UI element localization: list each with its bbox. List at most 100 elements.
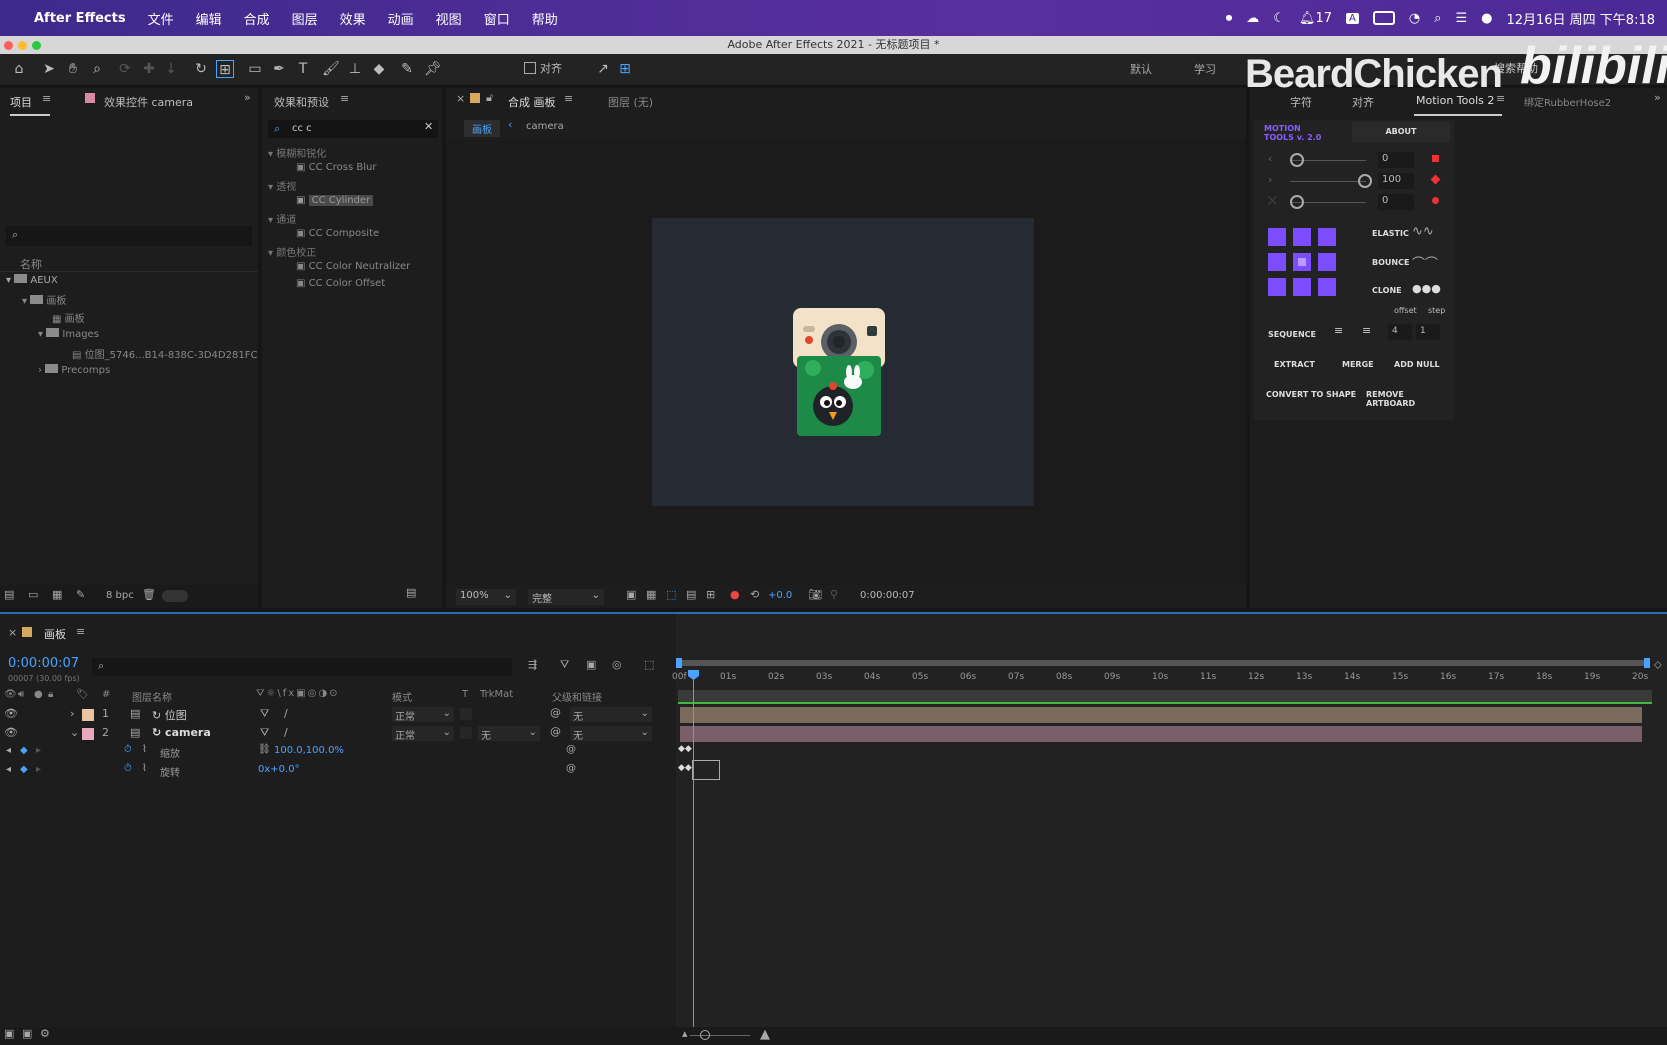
keyframe-icon[interactable]: ◆	[20, 764, 28, 775]
trash-icon[interactable]: 🗑︎	[142, 588, 156, 601]
layer-name-header[interactable]: 图层名称	[132, 689, 172, 704]
brush-tool-icon[interactable]: 🖌︎	[322, 60, 340, 78]
menu-help[interactable]: 帮助	[532, 9, 558, 28]
effect-item[interactable]: ▣ CC Color Offset	[296, 278, 385, 289]
menu-window[interactable]: 窗口	[484, 9, 510, 28]
effect-category[interactable]: ▾ 通道	[268, 211, 296, 226]
zoom-select[interactable]: 100% ⌄	[456, 589, 516, 605]
work-area-start-handle[interactable]	[676, 658, 682, 668]
search-icon[interactable]: ⌕	[1434, 11, 1441, 26]
ease-in-input[interactable]: 0	[1378, 152, 1414, 168]
home-icon[interactable]: ⌂	[10, 60, 28, 78]
effect-item[interactable]: ▣ CC Composite	[296, 228, 379, 239]
minimize-window-icon[interactable]	[18, 41, 27, 50]
comp-button-icon[interactable]: ⬦	[1654, 658, 1662, 672]
menu-clock[interactable]: 12月16日 周四 下午8:18	[1506, 9, 1655, 28]
show-snapshot-icon[interactable]: ⚲	[830, 588, 838, 601]
tab-effects-presets[interactable]: 效果和预设	[274, 94, 329, 110]
ease-both-slider[interactable]	[1290, 195, 1304, 209]
anchor-left-button[interactable]	[1268, 253, 1286, 271]
battery-icon[interactable]	[1372, 11, 1395, 25]
sequence-backward-icon[interactable]: ≡	[1362, 324, 1371, 337]
3d-view-icon[interactable]: ⊞	[706, 588, 715, 601]
text-tool-icon[interactable]: T	[294, 60, 312, 78]
layer-row[interactable]: 👁︎ ⌄ 2 ▤ ↻ camera ⛛ / 正常 ⌄ 无 ⌄ @ 无 ⌄	[0, 725, 676, 743]
menu-view[interactable]: 视图	[436, 9, 462, 28]
tree-item-images[interactable]: ▾ Images	[38, 328, 99, 340]
zoom-slider-handle[interactable]	[700, 1030, 710, 1040]
tree-item-precomps[interactable]: › Precomps	[38, 364, 110, 376]
tree-item-aeux[interactable]: ▾ AEUX	[6, 274, 58, 286]
motion-blur-icon[interactable]: ◎	[612, 658, 622, 671]
next-keyframe-icon[interactable]: ▸	[36, 745, 41, 756]
maximize-window-icon[interactable]	[32, 41, 41, 50]
close-tab-icon[interactable]: ×	[8, 626, 17, 639]
keyframe-selection-box[interactable]	[692, 760, 720, 780]
zoom-in-icon[interactable]: ▲	[760, 1027, 770, 1042]
selection-tool-icon[interactable]: ➤	[40, 60, 58, 78]
merge-button[interactable]: MERGE	[1342, 360, 1374, 369]
dolly-tool-icon[interactable]: ↓	[162, 60, 180, 78]
pickwhip-icon[interactable]: @	[566, 763, 576, 774]
stamp-tool-icon[interactable]: ⊥	[346, 60, 364, 78]
tree-item-artboard-folder[interactable]: ▾ 画板	[22, 292, 66, 307]
ease-in-keyframe-icon[interactable]	[1432, 155, 1439, 162]
ease-both-keyframe-icon[interactable]	[1432, 197, 1439, 204]
moon-icon[interactable]: ☾	[1273, 11, 1285, 26]
siri-icon[interactable]: ●	[1481, 11, 1492, 26]
parent-select[interactable]: 无 ⌄	[570, 726, 652, 742]
guides-icon[interactable]: ▤	[686, 588, 696, 601]
anchor-top-left-button[interactable]	[1268, 228, 1286, 246]
roto-brush-icon[interactable]: ✎	[398, 60, 416, 78]
record-icon[interactable]: ⏺	[1226, 11, 1233, 26]
new-preset-icon[interactable]: ▤	[406, 586, 416, 599]
graph-editor-icon[interactable]: ⬚	[644, 658, 654, 671]
shy-switch-icon[interactable]: ⛛	[260, 726, 269, 740]
menu-effect[interactable]: 效果	[340, 9, 366, 28]
exposure-value[interactable]: +0.0	[768, 590, 792, 601]
pickwhip-icon[interactable]: @	[550, 706, 561, 719]
collapse-layer-icon[interactable]: ⌄	[70, 726, 79, 739]
bpc-label[interactable]: 8 bpc	[106, 590, 134, 601]
menu-composition[interactable]: 合成	[244, 9, 270, 28]
viewer-timecode[interactable]: 0:00:00:07	[860, 590, 915, 601]
work-area-bar[interactable]	[678, 660, 1650, 666]
comp-flowchart-icon[interactable]: ⇶	[528, 658, 537, 671]
toggle-modes-icon[interactable]: ▣	[22, 1027, 32, 1040]
ease-out-slider[interactable]	[1358, 174, 1372, 188]
tree-item-artboard-comp[interactable]: ▦ 画板	[52, 310, 85, 325]
quality-switch-icon[interactable]: /	[284, 707, 288, 720]
pickwhip-icon[interactable]: @	[566, 744, 576, 755]
resolution-select[interactable]: 完整 ⌄	[528, 589, 604, 605]
project-search-input[interactable]: ⌕	[6, 226, 252, 246]
ease-both-input[interactable]: 0	[1378, 194, 1414, 210]
toggle-switches-icon[interactable]: ▣	[4, 1027, 14, 1040]
cloud-icon[interactable]: ☁	[1246, 11, 1259, 26]
effect-item[interactable]: ▣ CC Color Neutralizer	[296, 261, 410, 272]
viewer-area[interactable]	[446, 140, 1246, 585]
orbit-tool-icon[interactable]: ⟳	[116, 60, 134, 78]
current-time[interactable]: 0:00:00:07	[8, 656, 79, 671]
channel-icon[interactable]: ●	[730, 588, 740, 601]
toggle-in-out-icon[interactable]: ⚙	[40, 1027, 50, 1040]
exposure-reset-icon[interactable]: ⟲	[750, 588, 759, 601]
anchor-top-right-button[interactable]	[1318, 228, 1336, 246]
tab-composition[interactable]: 合成 画板	[508, 94, 556, 110]
pen-tool-icon[interactable]: ✒	[270, 60, 288, 78]
expand-layer-icon[interactable]: ›	[70, 707, 74, 720]
menu-edit[interactable]: 编辑	[196, 9, 222, 28]
preserve-transparency-checkbox[interactable]	[460, 708, 472, 720]
tree-item-bitmap[interactable]: ▤ 位图_5746...B14-838C-3D4D281FC	[72, 346, 257, 361]
visibility-icon[interactable]: 👁︎	[4, 726, 18, 739]
convert-to-shape-button[interactable]: CONVERT TO SHAPE	[1266, 390, 1356, 399]
keyframe-icon[interactable]: ◆	[20, 745, 28, 756]
pickwhip-icon[interactable]: @	[550, 725, 561, 738]
breadcrumb-camera[interactable]: camera	[526, 121, 564, 132]
bounce-button[interactable]: BOUNCE	[1372, 258, 1409, 267]
close-tab-icon[interactable]: ×	[456, 92, 465, 105]
blend-mode-select[interactable]: 正常 ⌄	[392, 707, 454, 723]
anchor-bottom-left-button[interactable]	[1268, 278, 1286, 296]
snapshot-icon[interactable]: 📷︎	[808, 588, 822, 601]
link-icon[interactable]: ⛓︎	[258, 744, 271, 755]
shy-icon[interactable]: ▣	[586, 658, 596, 671]
